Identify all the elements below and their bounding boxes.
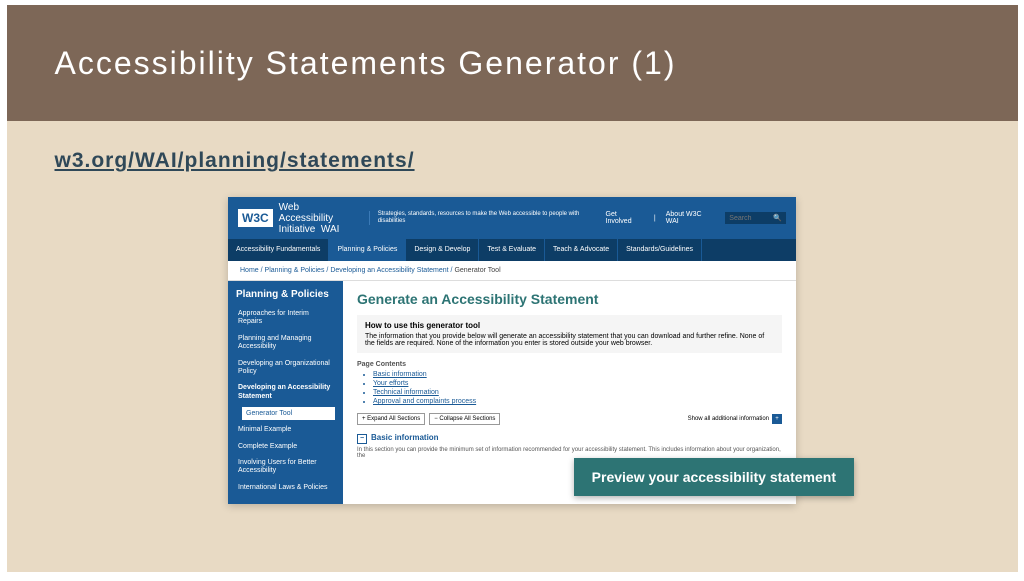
brand-line2: Initiative WAI (279, 224, 355, 235)
expand-all-button[interactable]: + Expand All Sections (357, 413, 425, 425)
link-about[interactable]: About W3C WAI (666, 211, 716, 225)
link-get-involved[interactable]: Get Involved (606, 211, 644, 225)
sidebar-item[interactable]: Approaches for Interim Repairs (236, 306, 335, 331)
header-links: Get Involved | About W3C WAI 🔍 (606, 211, 786, 225)
howto-text: The information that you provide below w… (365, 333, 764, 347)
sidebar-item[interactable]: Complete Example (236, 439, 335, 455)
pc-link[interactable]: Basic information (373, 371, 782, 378)
w3c-logo: W3C (238, 209, 273, 227)
sidebar-item[interactable]: Minimal Example (236, 422, 335, 438)
sidebar-item[interactable]: Developing an Organizational Policy (236, 356, 335, 381)
plus-icon: + (772, 414, 782, 424)
slide-title: Accessibility Statements Generator (1) (55, 45, 677, 82)
brand-line1: Web Accessibility (279, 202, 355, 224)
section-basic-info-header[interactable]: Basic information (357, 433, 782, 444)
nav-test[interactable]: Test & Evaluate (479, 239, 545, 261)
search-icon[interactable]: 🔍 (773, 214, 782, 222)
nav-teach[interactable]: Teach & Advocate (545, 239, 618, 261)
sidebar-item-active[interactable]: Developing an Accessibility Statement (236, 380, 335, 405)
nav-fundamentals[interactable]: Accessibility Fundamentals (228, 239, 329, 261)
pc-link[interactable]: Approval and complaints process (373, 398, 782, 405)
howto-box: How to use this generator tool The infor… (357, 315, 782, 353)
sidebar-title: Planning & Policies (236, 289, 335, 300)
preview-statement-button[interactable]: Preview your accessibility statement (574, 458, 854, 496)
slide: Accessibility Statements Generator (1) w… (7, 5, 1018, 572)
show-additional[interactable]: Show all additional information + (688, 414, 782, 424)
reference-url[interactable]: w3.org/WAI/planning/statements/ (55, 149, 415, 172)
section-controls: + Expand All Sections − Collapse All Sec… (357, 413, 782, 425)
sidebar-sub-active[interactable]: Generator Tool (242, 407, 335, 420)
nav-standards[interactable]: Standards/Guidelines (618, 239, 702, 261)
page-contents-label: Page Contents (357, 361, 782, 368)
sidebar-item[interactable]: Involving Users for Better Accessibility (236, 455, 335, 480)
screenshot-embed: W3C Web Accessibility Initiative WAI Str… (228, 197, 796, 504)
howto-title: How to use this generator tool (365, 321, 774, 330)
logo-block: W3C Web Accessibility Initiative WAI Str… (238, 202, 606, 235)
pc-link[interactable]: Technical information (373, 389, 782, 396)
tagline: Strategies, standards, resources to make… (369, 211, 606, 225)
bc-planning[interactable]: Planning & Policies (265, 267, 325, 274)
slide-title-bar: Accessibility Statements Generator (1) (7, 5, 1018, 121)
sidebar-item[interactable]: Planning and Managing Accessibility (236, 331, 335, 356)
site-header: W3C Web Accessibility Initiative WAI Str… (228, 197, 796, 239)
main-nav: Accessibility Fundamentals Planning & Po… (228, 239, 796, 261)
pc-link[interactable]: Your efforts (373, 380, 782, 387)
brand-text: Web Accessibility Initiative WAI (279, 202, 355, 235)
sidebar: Planning & Policies Approaches for Inter… (228, 281, 343, 504)
collapse-all-button[interactable]: − Collapse All Sections (429, 413, 500, 425)
nav-design[interactable]: Design & Develop (406, 239, 479, 261)
page-contents-list: Basic information Your efforts Technical… (373, 371, 782, 405)
bc-home[interactable]: Home (240, 267, 259, 274)
search-input[interactable] (729, 215, 769, 222)
slide-content: w3.org/WAI/planning/statements/ W3C Web … (7, 121, 1018, 532)
breadcrumb: Home / Planning & Policies / Developing … (228, 261, 796, 281)
bc-current: Generator Tool (454, 267, 500, 274)
nav-planning[interactable]: Planning & Policies (329, 239, 406, 261)
bc-developing[interactable]: Developing an Accessibility Statement (330, 267, 448, 274)
search-box[interactable]: 🔍 (725, 212, 786, 224)
sidebar-item[interactable]: International Laws & Policies (236, 480, 335, 496)
page-heading: Generate an Accessibility Statement (357, 291, 782, 307)
